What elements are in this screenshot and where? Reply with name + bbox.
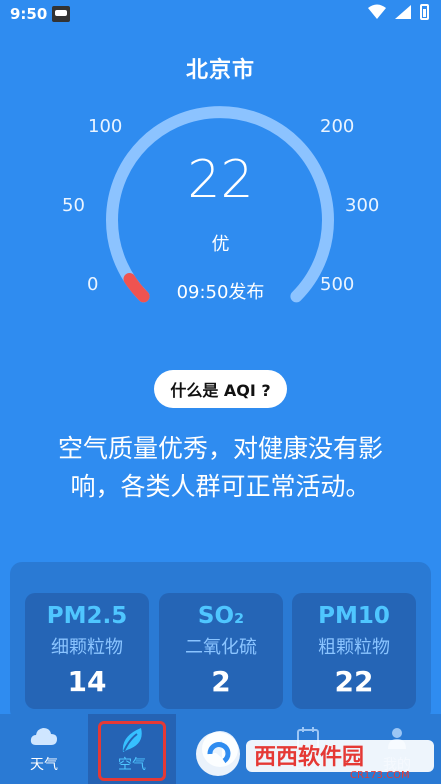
battery-icon [420, 4, 429, 20]
active-tab-highlight [98, 721, 166, 781]
aqi-level: 优 [211, 234, 230, 255]
nav-label: 天气 [30, 757, 58, 773]
site-watermark: 西西软件园 CR173.COM [196, 732, 434, 781]
signal-icon [395, 5, 411, 19]
cloud-icon [30, 728, 57, 745]
what-is-aqi-button[interactable]: 什么是 AQI ? [154, 370, 287, 408]
watermark-url: CR173.COM [350, 770, 410, 781]
status-icons [368, 4, 429, 20]
pollutant-name: PM2.5 [46, 603, 128, 629]
pollutant-value: 22 [334, 665, 374, 698]
pollutant-desc: 二氧化硫 [185, 637, 257, 658]
pollutant-desc: 粗颗粒物 [318, 637, 390, 658]
status-bar: 9:50 [0, 0, 441, 28]
publish-time: 09:50发布 [176, 282, 265, 303]
pollutant-card-so2[interactable]: SO₂ 二氧化硫 2 [159, 593, 283, 709]
pollutant-card-pm10[interactable]: PM10 粗颗粒物 22 [292, 593, 416, 709]
notification-app-icon [52, 6, 70, 22]
wifi-icon [368, 4, 386, 19]
pollutant-value: 2 [211, 665, 231, 698]
aqi-value: 22 [187, 150, 254, 210]
pollutant-name: SO₂ [197, 603, 245, 629]
watermark-text: 西西软件园 [254, 744, 364, 770]
pollutant-name: PM10 [318, 603, 390, 629]
status-time: 9:50 [10, 5, 48, 23]
nav-item-weather[interactable]: 天气 [0, 714, 88, 784]
city-title[interactable]: 北京市 [0, 52, 441, 84]
scale-label-100: 100 [88, 116, 123, 137]
air-quality-description: 空气质量优秀，对健康没有影响，各类人群可正常活动。 [57, 434, 383, 501]
scale-label-200: 200 [320, 116, 355, 137]
pollutant-card-pm25[interactable]: PM2.5 细颗粒物 14 [25, 593, 149, 709]
pollutant-value: 14 [67, 665, 107, 698]
pollutant-desc: 细颗粒物 [51, 637, 123, 658]
